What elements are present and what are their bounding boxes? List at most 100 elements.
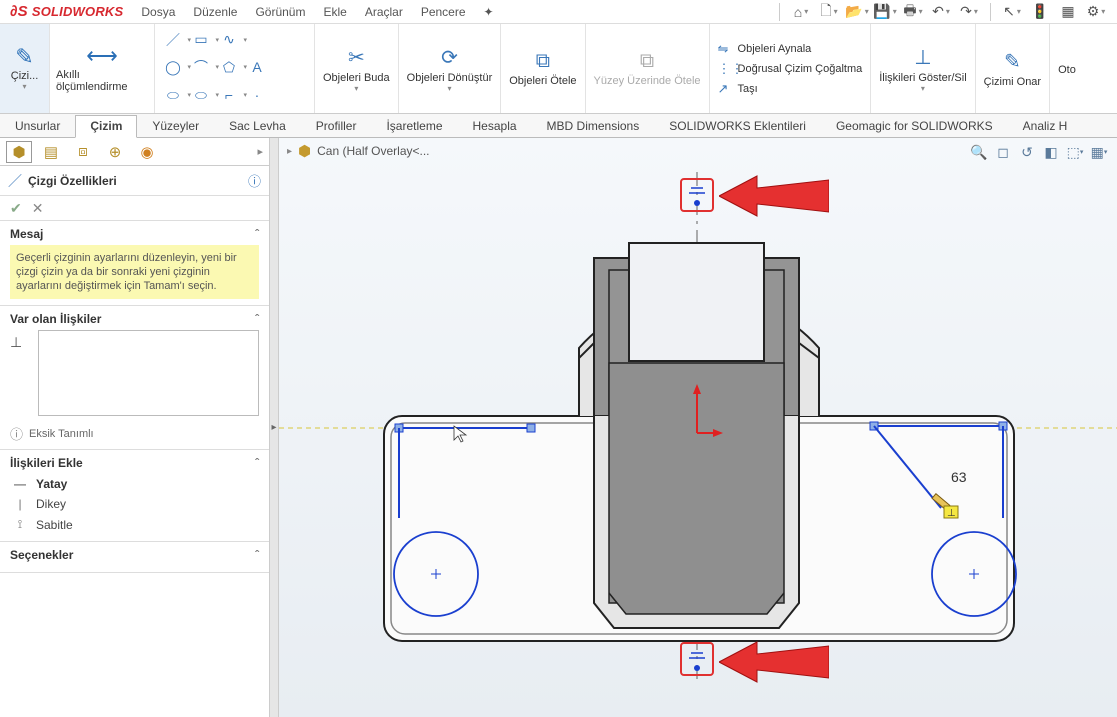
callout-top-arrow-icon bbox=[719, 166, 829, 226]
ribbon-offset-label: Objeleri Ötele bbox=[509, 75, 576, 87]
tab-isaretleme[interactable]: İşaretleme bbox=[371, 114, 457, 137]
line-tool-icon[interactable]: ／▾ bbox=[161, 29, 185, 51]
fix-icon: ⟟ bbox=[12, 517, 28, 532]
fm-tabs-expand-icon[interactable]: ▸ bbox=[257, 145, 263, 158]
traffic-light-icon[interactable]: 🚦 bbox=[1029, 1, 1051, 23]
ribbon-show-relations-button[interactable]: ⊥ İlişkileri Göster/Sil ▾ bbox=[871, 24, 975, 113]
separator bbox=[779, 3, 780, 21]
property-header: ／ Çizgi Özellikleri ⓘ bbox=[0, 166, 269, 196]
print-icon[interactable]: 🖶▾ bbox=[902, 1, 924, 23]
ribbon-oto-label: Oto bbox=[1058, 64, 1076, 76]
ribbon-draw-tools: ／▾ ▭▾ ∿▾ ◯▾ ⌒▾ ⬠▾ A ⬭▾ ⬭▾ ⌐▾ · bbox=[155, 24, 315, 113]
save-icon[interactable]: 💾▾ bbox=[874, 1, 896, 23]
add-relation-horizontal[interactable]: —Yatay bbox=[10, 474, 259, 494]
ribbon-smart-dimension-button[interactable]: ⟷ Akıllı ölçümlendirme bbox=[50, 24, 155, 113]
ribbon-surface-offset-button: ⧉ Yüzey Üzerinde Ötele bbox=[586, 24, 710, 113]
ribbon-surface-offset-label: Yüzey Üzerinde Ötele bbox=[594, 75, 701, 87]
section-add-head: İlişkileri Ekle bbox=[10, 456, 83, 470]
fm-tab-dimxpert-icon[interactable]: ⊕ bbox=[102, 141, 128, 163]
ribbon-dimension-label: Akıllı ölçümlendirme bbox=[56, 69, 148, 93]
callout-top-highlight bbox=[680, 178, 714, 212]
chevron-up-icon[interactable]: ˆ bbox=[255, 312, 259, 326]
fm-tab-property-icon[interactable]: ▤ bbox=[38, 141, 64, 163]
slot-tool-icon[interactable]: ⬭▾ bbox=[161, 84, 185, 106]
chevron-up-icon[interactable]: ˆ bbox=[255, 456, 259, 470]
ribbon-mirror-button[interactable]: ⇋Objeleri Aynala bbox=[718, 41, 863, 57]
svg-text:⊥: ⊥ bbox=[947, 508, 956, 519]
ribbon-show-relations-label: İlişkileri Göster/Sil bbox=[879, 72, 966, 84]
tab-hesapla[interactable]: Hesapla bbox=[458, 114, 532, 137]
tab-yuzeyler[interactable]: Yüzeyler bbox=[137, 114, 214, 137]
section-message: Mesajˆ Geçerli çizginin ayarlarını düzen… bbox=[0, 220, 269, 305]
tab-unsurlar[interactable]: Unsurlar bbox=[0, 114, 75, 137]
message-body: Geçerli çizginin ayarlarını düzenleyin, … bbox=[10, 245, 259, 299]
tab-eklentiler[interactable]: SOLIDWORKS Eklentileri bbox=[654, 114, 821, 137]
sidebar-collapse-handle[interactable]: ▸ bbox=[270, 138, 279, 717]
section-options-head: Seçenekler bbox=[10, 548, 73, 562]
trim-icon: ✂ bbox=[348, 45, 365, 70]
menubar: ∂S SOLIDWORKS Dosya Düzenle Görünüm Ekle… bbox=[0, 0, 1117, 24]
tab-geomagic[interactable]: Geomagic for SOLIDWORKS bbox=[821, 114, 1008, 137]
ribbon-offset-button[interactable]: ⧉ Objeleri Ötele bbox=[501, 24, 585, 113]
ribbon-linear-pattern-button[interactable]: ⋮⋮Doğrusal Çizim Çoğaltma bbox=[718, 61, 863, 77]
ribbon-oto-button[interactable]: Oto bbox=[1050, 24, 1084, 113]
tab-cizim[interactable]: Çizim bbox=[75, 115, 137, 138]
callout-bottom-highlight bbox=[680, 642, 714, 676]
graphics-viewport[interactable]: ▸ ⬢ Can (Half Overlay<... 🔍 ◻ ↺ ◧ ⬚▾ ▦▾ bbox=[279, 138, 1117, 717]
sketch-icon: ✎ bbox=[15, 44, 33, 70]
point-tool-icon[interactable]: · bbox=[245, 84, 269, 106]
cancel-icon[interactable]: ✕ bbox=[32, 200, 44, 217]
tab-mbd[interactable]: MBD Dimensions bbox=[532, 114, 655, 137]
separator bbox=[990, 3, 991, 21]
model-drawing: ⊥ 63 bbox=[279, 138, 1117, 717]
add-relation-fix[interactable]: ⟟Sabitle bbox=[10, 514, 259, 535]
menu-duzenle[interactable]: Düzenle bbox=[193, 5, 237, 19]
confirm-row: ✔ ✕ bbox=[0, 196, 269, 220]
new-icon[interactable]: 🗋▾ bbox=[818, 1, 840, 23]
menu-star-icon[interactable]: ✦ bbox=[484, 5, 494, 19]
open-icon[interactable]: 📂▾ bbox=[846, 1, 868, 23]
circle-tool-icon[interactable]: ◯▾ bbox=[161, 56, 185, 78]
ribbon-move-button[interactable]: ↗Taşı bbox=[718, 81, 863, 97]
tab-analiz[interactable]: Analiz H bbox=[1008, 114, 1083, 137]
spline-tool-icon[interactable]: ∿▾ bbox=[217, 29, 241, 51]
ribbon-repair-button[interactable]: ✎ Çizimi Onar bbox=[976, 24, 1050, 113]
settings-icon[interactable]: ⚙▾ bbox=[1085, 1, 1107, 23]
add-relation-vertical[interactable]: |Dikey bbox=[10, 494, 259, 514]
linear-pattern-icon: ⋮⋮ bbox=[718, 61, 734, 77]
home-icon[interactable]: ⌂▾ bbox=[790, 1, 812, 23]
ok-icon[interactable]: ✔ bbox=[10, 200, 22, 217]
menu-dosya[interactable]: Dosya bbox=[141, 5, 175, 19]
tab-sac-levha[interactable]: Sac Levha bbox=[214, 114, 301, 137]
menu-ekle[interactable]: Ekle bbox=[323, 5, 346, 19]
chevron-up-icon[interactable]: ˆ bbox=[255, 227, 259, 241]
fm-tab-config-icon[interactable]: ⧈ bbox=[70, 141, 96, 163]
select-icon[interactable]: ↖▾ bbox=[1001, 1, 1023, 23]
feature-manager-tabs: ⬢ ▤ ⧈ ⊕ ◉ ▸ bbox=[0, 138, 269, 166]
form-icon[interactable]: ▦ bbox=[1057, 1, 1079, 23]
section-existing-relations: Var olan İlişkilerˆ ⊥ ⓘ Eksik Tanımlı bbox=[0, 305, 269, 449]
ribbon-sketch-button[interactable]: ✎ Çizi... ▾ bbox=[0, 24, 50, 113]
fm-tab-feature-tree-icon[interactable]: ⬢ bbox=[6, 141, 32, 163]
command-tabs: Unsurlar Çizim Yüzeyler Sac Levha Profil… bbox=[0, 114, 1117, 138]
ribbon-trim-button[interactable]: ✂ Objeleri Buda ▾ bbox=[315, 24, 399, 113]
redo-icon[interactable]: ↷▾ bbox=[958, 1, 980, 23]
rectangle-tool-icon[interactable]: ▭▾ bbox=[189, 29, 213, 51]
chevron-up-icon[interactable]: ˆ bbox=[255, 548, 259, 562]
fm-tab-appearance-icon[interactable]: ◉ bbox=[134, 141, 160, 163]
fillet-tool-icon[interactable]: ⌐▾ bbox=[217, 84, 241, 106]
help-icon[interactable]: ⓘ bbox=[248, 171, 261, 190]
existing-relations-list[interactable] bbox=[38, 330, 259, 416]
repair-icon: ✎ bbox=[1004, 49, 1021, 74]
arc-tool-icon[interactable]: ⌒▾ bbox=[189, 56, 213, 78]
ellipse-tool-icon[interactable]: ⬭▾ bbox=[189, 84, 213, 106]
undo-icon[interactable]: ↶▾ bbox=[930, 1, 952, 23]
menu-gorunum[interactable]: Görünüm bbox=[255, 5, 305, 19]
polygon-tool-icon[interactable]: ⬠▾ bbox=[217, 56, 241, 78]
menu-pencere[interactable]: Pencere bbox=[421, 5, 466, 19]
toolbar-icons: ⌂▾ 🗋▾ 📂▾ 💾▾ 🖶▾ ↶▾ ↷▾ ↖▾ 🚦 ▦ ⚙▾ bbox=[775, 1, 1107, 23]
tab-profiller[interactable]: Profiller bbox=[301, 114, 372, 137]
text-tool-icon[interactable]: A bbox=[245, 56, 269, 78]
ribbon-convert-button[interactable]: ⟳ Objeleri Dönüştür ▾ bbox=[399, 24, 502, 113]
menu-araclar[interactable]: Araçlar bbox=[365, 5, 403, 19]
